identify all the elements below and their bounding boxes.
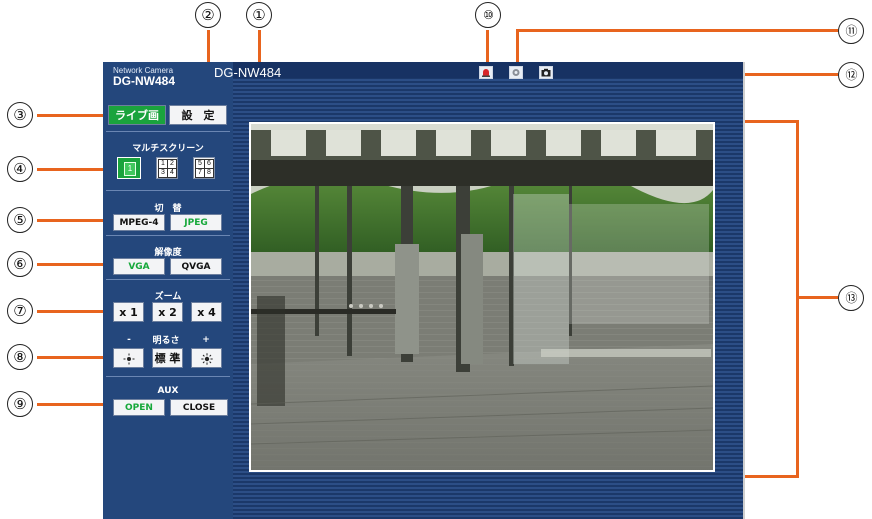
- aux-close-button[interactable]: CLOSE: [170, 399, 228, 416]
- callout-line-8: [37, 356, 109, 359]
- multiscreen-quad-5-8-button[interactable]: 5 6 7 8: [193, 157, 215, 179]
- grid-cell: 4: [167, 168, 177, 178]
- tab-settings[interactable]: 設 定: [169, 105, 227, 125]
- callout-11: ⑪: [838, 18, 864, 44]
- resolution-label: 解像度: [154, 248, 182, 258]
- callout-line-9: [37, 403, 109, 406]
- single-screen-number: 1: [124, 162, 136, 176]
- callout-1: ①: [246, 2, 272, 28]
- brightness-down-button[interactable]: [113, 348, 144, 368]
- callout-2: ②: [195, 2, 221, 28]
- callout-10: ⑩: [475, 2, 501, 28]
- separator: [106, 376, 230, 377]
- mpeg4-button[interactable]: MPEG-4: [113, 214, 165, 231]
- callout-5: ⑤: [7, 207, 33, 233]
- zoom-x4-button[interactable]: x 4: [191, 302, 222, 322]
- callout-line-11h: [516, 29, 838, 32]
- callout-line-3: [37, 114, 103, 117]
- snapshot-icon[interactable]: [539, 66, 553, 79]
- callout-8: ⑧: [7, 344, 33, 370]
- sun-dim-icon: [123, 353, 134, 365]
- brightness-standard-button[interactable]: 標 準: [152, 348, 183, 368]
- brightness-label: 明るさ: [152, 336, 180, 346]
- callout-3: ③: [7, 102, 33, 128]
- callout-line-6: [37, 263, 109, 266]
- zoom-x2-button[interactable]: x 2: [152, 302, 183, 322]
- callout-line-7: [37, 310, 109, 313]
- grid-cell: 8: [204, 168, 214, 178]
- page-edge: [743, 62, 745, 519]
- callout-4: ④: [7, 156, 33, 182]
- callout-line-1: [258, 30, 261, 66]
- zoom-x1-button[interactable]: x 1: [113, 302, 144, 322]
- brightness-up-button[interactable]: [191, 348, 222, 368]
- callout-12: ⑫: [838, 62, 864, 88]
- callout-6: ⑥: [7, 251, 33, 277]
- vga-button[interactable]: VGA: [113, 258, 165, 275]
- separator: [106, 235, 230, 236]
- callout-line-10: [486, 30, 489, 66]
- sun-bright-icon: [200, 353, 213, 365]
- callout-9: ⑨: [7, 391, 33, 417]
- aux-open-button[interactable]: OPEN: [113, 399, 165, 416]
- alarm-icon[interactable]: [479, 66, 493, 79]
- jpeg-button[interactable]: JPEG: [170, 214, 222, 231]
- auto-track-icon[interactable]: [509, 66, 523, 79]
- separator: [106, 279, 230, 280]
- callout-line-4: [37, 168, 109, 171]
- tab-live[interactable]: ライブ画: [108, 105, 166, 125]
- multiscreen-label: マルチスクリーン: [132, 144, 204, 154]
- callout-line-13c: [796, 120, 799, 478]
- brightness-plus-label: +: [202, 335, 210, 345]
- callout-7: ⑦: [7, 298, 33, 324]
- callout-line-13d: [796, 296, 838, 299]
- camera-image[interactable]: [249, 122, 715, 472]
- separator: [106, 190, 230, 191]
- camera-title: DG-NW484: [214, 65, 282, 80]
- zoom-label: ズーム: [154, 292, 182, 302]
- multiscreen-quad-1-4-button[interactable]: 1 2 3 4: [156, 157, 178, 179]
- multiscreen-single-button[interactable]: 1: [117, 157, 141, 179]
- callout-line-5: [37, 219, 109, 222]
- brand-model: DG-NW484: [113, 74, 176, 88]
- codec-label: 切 替: [154, 204, 182, 214]
- aux-label: AUX: [157, 386, 179, 396]
- camera-scene: [251, 124, 713, 470]
- separator: [106, 131, 230, 132]
- brightness-minus-label: -: [127, 335, 131, 345]
- qvga-button[interactable]: QVGA: [170, 258, 222, 275]
- callout-13: ⑬: [838, 285, 864, 311]
